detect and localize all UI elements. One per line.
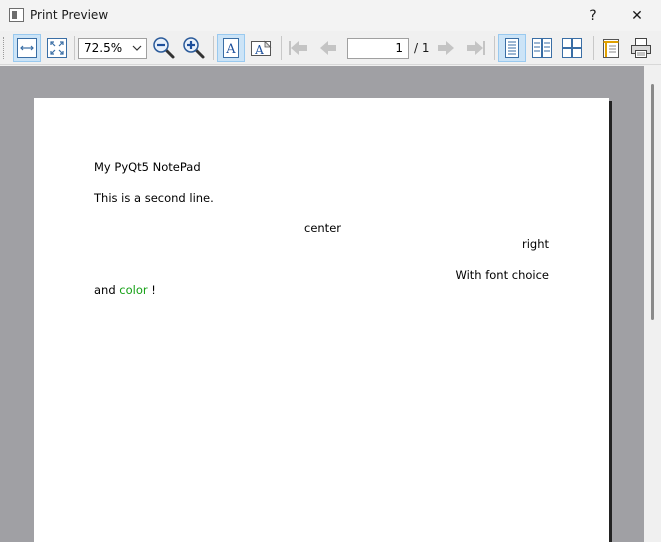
landscape-button[interactable]: A	[247, 34, 275, 62]
zoom-in-icon	[183, 37, 205, 59]
page-setup-icon	[603, 39, 619, 58]
svg-text:A: A	[254, 43, 264, 57]
fit-page-button[interactable]	[43, 34, 71, 62]
toolbar-grip[interactable]	[3, 37, 6, 59]
first-page-icon	[289, 41, 307, 55]
doc-line-font: With font choice	[455, 268, 549, 282]
help-label: ?	[589, 7, 597, 24]
vertical-scrollbar[interactable]	[644, 66, 661, 542]
page-setup-button[interactable]	[597, 34, 625, 62]
zoom-combo[interactable]: 72.5%	[78, 38, 147, 59]
print-preview-toolbar: 72.5% A A 1 / 1	[0, 31, 661, 65]
zoom-in-button[interactable]	[180, 34, 208, 62]
doc-line-color: and color !	[94, 283, 156, 297]
preview-area[interactable]: My PyQt5 NotePad This is a second line. …	[0, 66, 661, 542]
fit-page-icon	[47, 38, 67, 58]
window-title: Print Preview	[30, 8, 109, 22]
all-pages-button[interactable]	[558, 34, 586, 62]
facing-pages-button[interactable]	[528, 34, 556, 62]
app-icon	[9, 8, 24, 22]
doc-line-right: right	[521, 237, 549, 251]
page-number-value: 1	[395, 41, 403, 55]
preview-page: My PyQt5 NotePad This is a second line. …	[34, 98, 609, 542]
last-page-icon	[467, 41, 485, 55]
zoom-out-icon	[153, 37, 175, 59]
previous-page-button[interactable]	[314, 34, 342, 62]
chevron-down-icon	[132, 45, 142, 51]
close-button[interactable]: ✕	[614, 0, 660, 31]
all-pages-icon	[562, 38, 582, 58]
doc-line-second: This is a second line.	[94, 191, 214, 205]
title-bar: Print Preview ? ✕	[0, 0, 661, 31]
single-page-button[interactable]	[498, 34, 526, 62]
toolbar-separator	[593, 36, 594, 60]
print-icon	[631, 38, 651, 58]
single-page-icon	[505, 38, 519, 58]
page-number-input[interactable]: 1	[347, 38, 409, 59]
help-button[interactable]: ?	[570, 0, 616, 31]
doc-text-color: color	[119, 283, 148, 297]
zoom-out-button[interactable]	[150, 34, 178, 62]
toolbar-separator	[494, 36, 495, 60]
doc-line-title: My PyQt5 NotePad	[94, 160, 201, 174]
landscape-icon: A	[251, 40, 272, 57]
doc-line-center: center	[304, 221, 341, 235]
zoom-value: 72.5%	[84, 41, 123, 55]
print-button[interactable]	[627, 34, 655, 62]
doc-text-bang: !	[147, 283, 156, 297]
first-page-button[interactable]	[284, 34, 312, 62]
page-total-label: / 1	[414, 41, 430, 55]
portrait-button[interactable]: A	[217, 34, 245, 62]
fit-width-icon	[17, 38, 37, 58]
facing-pages-icon	[532, 38, 552, 58]
scrollbar-thumb[interactable]	[651, 84, 654, 320]
close-icon: ✕	[631, 7, 643, 24]
next-page-icon	[438, 41, 454, 55]
fit-width-button[interactable]	[13, 34, 41, 62]
portrait-icon: A	[223, 38, 239, 58]
toolbar-separator	[281, 36, 282, 60]
toolbar-separator	[213, 36, 214, 60]
toolbar-separator	[74, 36, 75, 60]
doc-text-and: and	[94, 283, 120, 297]
last-page-button[interactable]	[462, 34, 490, 62]
previous-page-icon	[320, 41, 336, 55]
next-page-button[interactable]	[432, 34, 460, 62]
svg-text:A: A	[225, 42, 236, 57]
